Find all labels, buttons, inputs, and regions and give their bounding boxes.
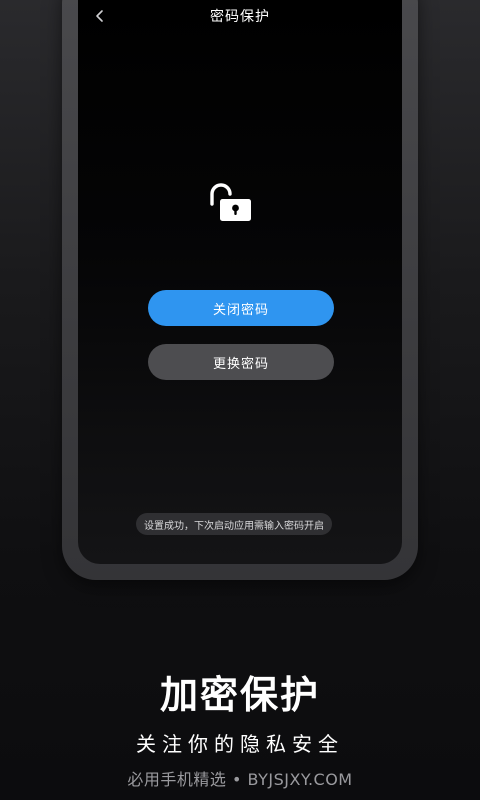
phone-screen: 密码保护 关闭密码 更换密码 设置成功，下次启动应用需输入密码开启 xyxy=(78,0,402,564)
page-title: 密码保护 xyxy=(210,9,270,25)
phone-frame: 密码保护 关闭密码 更换密码 设置成功，下次启动应用需输入密码开启 xyxy=(62,0,418,580)
watermark-text: 必用手机精选 • BYJSJXY.COM xyxy=(127,770,353,789)
promo-headline: 加密保护 xyxy=(159,673,320,717)
unlocked-padlock-icon xyxy=(210,183,251,221)
promo-subline: 关注你的隐私安全 xyxy=(136,732,344,756)
change-password-button[interactable]: 更换密码 xyxy=(148,344,334,380)
promo-stage: 密码保护 关闭密码 更换密码 设置成功，下次启动应用需输入密码开启 加密保护 关… xyxy=(0,0,480,800)
top-bar: 密码保护 xyxy=(78,0,402,42)
success-toast: 设置成功，下次启动应用需输入密码开启 xyxy=(136,513,332,535)
close-password-button[interactable]: 关闭密码 xyxy=(148,290,334,326)
